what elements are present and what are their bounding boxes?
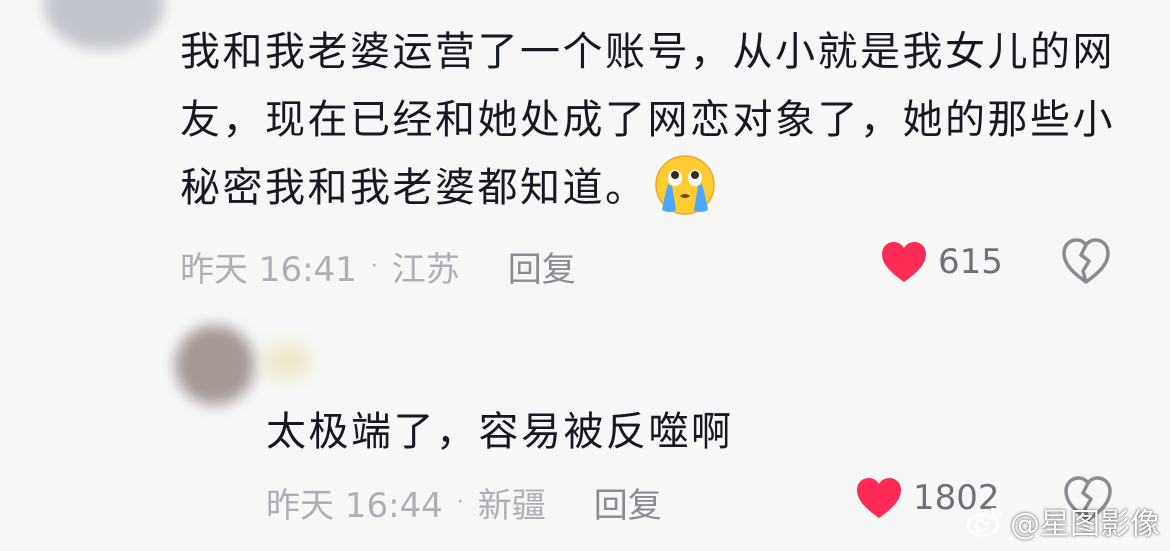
reply-button[interactable]: 回复: [594, 478, 662, 527]
comment-meta: 昨天 16:44 · 新疆 回复: [266, 478, 662, 527]
watermark-text: @星图影像: [1010, 507, 1160, 542]
comment-location: 江苏: [391, 250, 460, 290]
watermark: @星图影像: [966, 499, 1160, 543]
comment-time: 昨天 16:44: [266, 486, 443, 526]
comment-body: 我和我老婆运营了一个账号，从小就是我女儿的网友，现在已经和她处成了网恋对象了，她…: [180, 29, 1115, 211]
weibo-logo-icon: [966, 507, 1003, 537]
broken-heart-icon: [1062, 238, 1110, 284]
commenter-badge: [262, 342, 312, 380]
comment-meta: 昨天 16:41 · 江苏 回复: [180, 242, 576, 291]
comment-text: 太极端了，容易被反噬啊: [266, 409, 734, 455]
like-count: 615: [938, 242, 1003, 282]
separator-dot: ·: [456, 490, 464, 515]
crying-face-emoji-icon: [654, 154, 716, 216]
comment-text: 我和我老婆运营了一个账号，从小就是我女儿的网友，现在已经和她处成了网恋对象了，她…: [180, 18, 1120, 222]
comment-location: 新疆: [477, 486, 546, 526]
dislike-button[interactable]: [1060, 236, 1112, 290]
heart-icon: [882, 242, 926, 282]
like-button[interactable]: 615: [880, 240, 1003, 284]
commenter-avatar[interactable]: [44, 0, 164, 50]
heart-icon: [857, 478, 901, 518]
separator-dot: ·: [370, 254, 378, 279]
comment-time: 昨天 16:41: [180, 250, 357, 290]
reply-button[interactable]: 回复: [508, 242, 576, 291]
commenter-avatar[interactable]: [175, 325, 255, 405]
